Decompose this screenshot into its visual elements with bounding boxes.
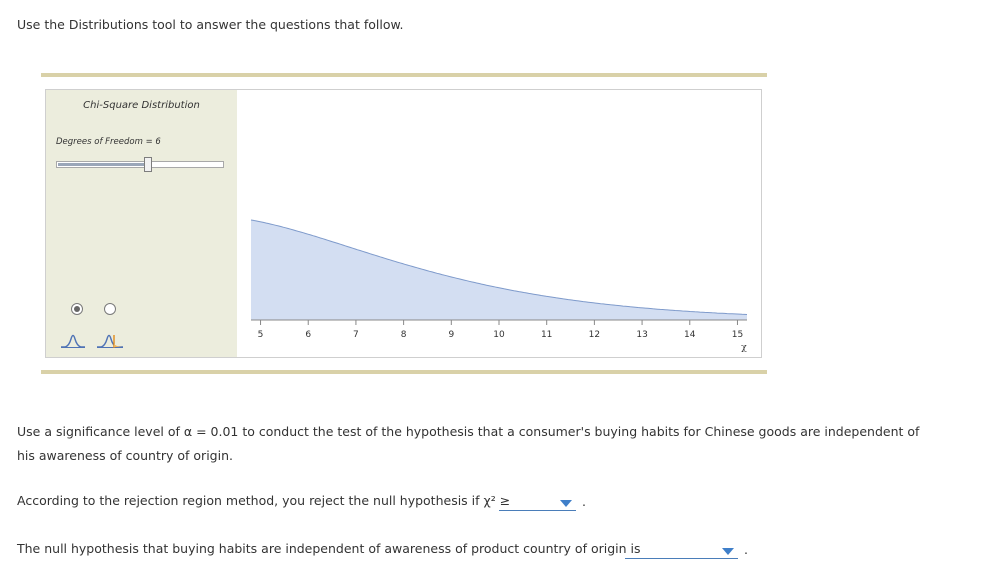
x-tick-label: 10: [493, 330, 505, 340]
instructions-text: Use the Distributions tool to answer the…: [17, 17, 404, 32]
critical-value-dropdown[interactable]: [499, 495, 576, 511]
normal-curve-icon[interactable]: [60, 331, 86, 349]
slider-fill: [58, 163, 150, 166]
chi-square-chart: 5 6 7 8 9 10 11 12 13 14 15 χ: [250, 219, 747, 353]
question-text: Use a significance level of α = 0.01 to …: [17, 424, 920, 463]
degrees-of-freedom-label: Degrees of Freedom = 6: [56, 137, 161, 147]
x-tick-label: 14: [684, 330, 696, 340]
x-axis-ticks: 5 6 7 8 9 10 11 12 13 14 15: [258, 320, 743, 340]
density-area: [251, 220, 747, 320]
x-tick-label: 15: [732, 330, 743, 340]
x-tick-label: 9: [448, 330, 454, 340]
x-tick-label: 13: [636, 330, 647, 340]
degrees-of-freedom-slider[interactable]: [56, 161, 224, 168]
bottom-divider: [41, 370, 767, 374]
shaded-tail-curve-icon[interactable]: [96, 331, 124, 349]
radio-tail-view[interactable]: [104, 303, 116, 315]
x-axis-label: χ: [741, 343, 747, 353]
rejection-period: .: [582, 494, 586, 509]
conclusion-dropdown[interactable]: [625, 543, 738, 559]
radio-pdf-view[interactable]: [71, 303, 83, 315]
chevron-down-icon: [722, 548, 734, 555]
distributions-tool: Chi-Square Distribution Degrees of Freed…: [45, 89, 762, 358]
conclusion-prompt: The null hypothesis that buying habits a…: [17, 541, 641, 556]
top-divider: [41, 73, 767, 77]
panel-title: Chi-Square Distribution: [83, 100, 200, 111]
rejection-prompt: According to the rejection region method…: [17, 493, 511, 508]
x-tick-label: 8: [401, 330, 407, 340]
chevron-down-icon: [560, 500, 572, 507]
control-panel: Chi-Square Distribution Degrees of Freed…: [46, 90, 237, 357]
x-tick-label: 6: [305, 330, 311, 340]
x-tick-label: 5: [258, 330, 264, 340]
slider-thumb[interactable]: [144, 157, 153, 172]
conclusion-period: .: [744, 542, 748, 557]
x-tick-label: 11: [541, 330, 552, 340]
x-tick-label: 7: [353, 330, 359, 340]
x-tick-label: 12: [589, 330, 600, 340]
